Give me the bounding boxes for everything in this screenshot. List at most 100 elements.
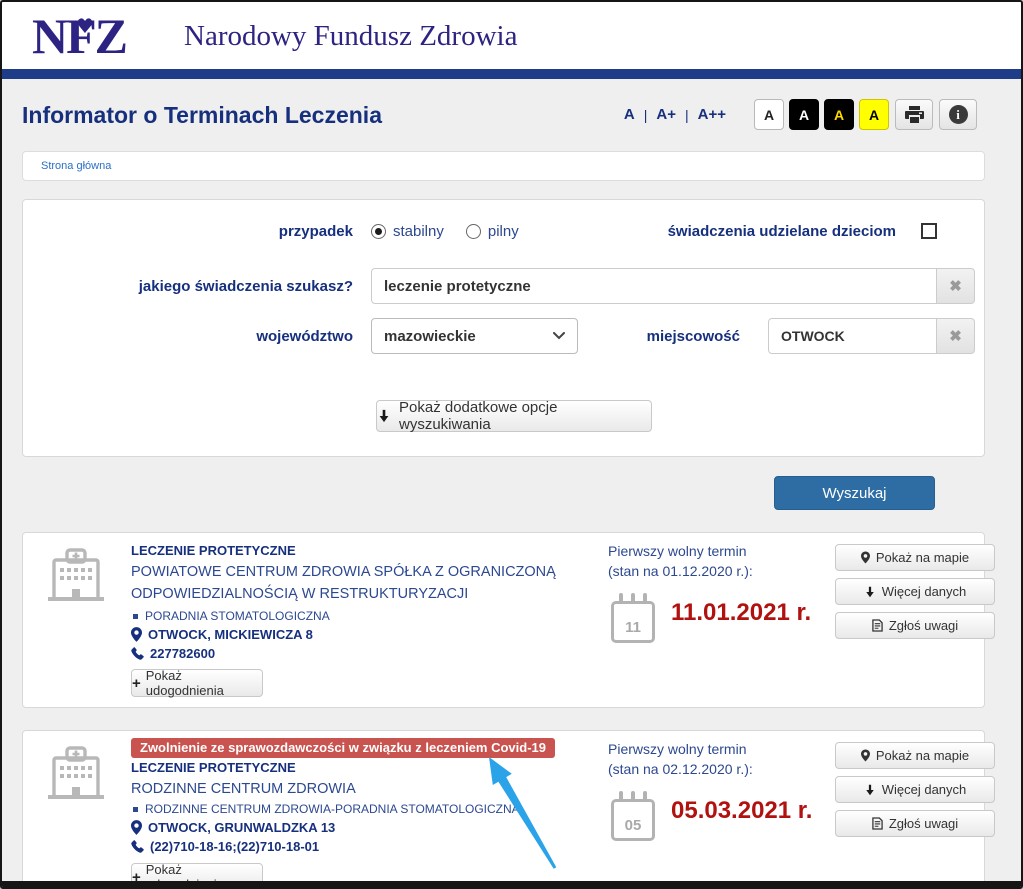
city-input[interactable]: [768, 318, 937, 354]
breadcrumb: Strona główna: [22, 151, 985, 181]
window-bottom-edge: [2, 881, 1021, 888]
result-card: LECZENIE PROTETYCZNE POWIATOWE CENTRUM Z…: [22, 532, 985, 708]
nfz-logo[interactable]: NFZ ♥ Narodowy Fundusz Zdrowia: [32, 8, 517, 64]
first-free-term: Pierwszy wolny termin (stan na 02.12.202…: [608, 739, 753, 779]
button-label: Więcej danych: [882, 782, 967, 797]
voivodeship-label: województwo: [23, 328, 353, 345]
font-size-largest-button[interactable]: A++: [689, 106, 735, 123]
children-services-label: świadczenia udzielane dzieciom: [668, 223, 896, 240]
show-on-map-button[interactable]: Pokaż na mapie: [835, 544, 995, 571]
result-details: Zwolnienie ze sprawozdawczości w związku…: [131, 738, 611, 858]
address-row: OTWOCK, MICKIEWICZA 8: [131, 627, 611, 642]
address-row: OTWOCK, GRUNWALDZKA 13: [131, 820, 611, 835]
arrow-down-icon: [377, 409, 391, 423]
more-search-options-button[interactable]: Pokaż dodatkowe opcje wyszukiwania: [376, 400, 652, 432]
result-actions: Pokaż na mapie Więcej danych Zgłoś uwagi: [835, 544, 995, 639]
heart-icon: ♥: [76, 14, 94, 38]
show-on-map-button[interactable]: Pokaż na mapie: [835, 742, 995, 769]
button-label: Wyszukaj: [822, 485, 886, 502]
button-label: Pokaż na mapie: [876, 748, 969, 763]
phone-icon: [131, 840, 144, 853]
more-data-button[interactable]: Więcej danych: [835, 578, 995, 605]
document-icon: [872, 619, 883, 632]
phone-text: (22)710-18-16;(22)710-18-01: [150, 839, 319, 854]
button-label: Więcej danych: [882, 584, 967, 599]
hospital-icon: [45, 745, 107, 803]
printer-icon: [905, 106, 924, 123]
city-clear-button[interactable]: ✖: [937, 318, 975, 354]
bullet-square-icon: [133, 807, 138, 812]
service-name: LECZENIE PROTETYCZNE: [131, 543, 611, 558]
contrast-yellow-black-button[interactable]: A: [859, 99, 889, 130]
report-issue-button[interactable]: Zgłoś uwagi: [835, 810, 995, 837]
search-button[interactable]: Wyszukaj: [774, 476, 935, 510]
accessibility-toolbar: A | A+ | A++ A A A A i: [615, 98, 977, 131]
unit-name: PORADNIA STOMATOLOGICZNA: [145, 609, 330, 623]
breadcrumb-home-link[interactable]: Strona główna: [41, 160, 111, 172]
calendar-day: 11: [625, 619, 641, 640]
result-actions: Pokaż na mapie Więcej danych Zgłoś uwagi: [835, 742, 995, 837]
city-label: miejscowość: [463, 328, 740, 345]
result-card: Zwolnienie ze sprawozdawczości w związku…: [22, 730, 985, 889]
service-clear-button[interactable]: ✖: [937, 268, 975, 304]
font-size-normal-button[interactable]: A: [615, 106, 644, 123]
button-label: Zgłoś uwagi: [889, 816, 958, 831]
voivodeship-selected-value: mazowieckie: [384, 328, 476, 345]
plus-icon: +: [132, 675, 141, 692]
radio-stabilny-label[interactable]: stabilny: [393, 223, 444, 240]
site-header: NFZ ♥ Narodowy Fundusz Zdrowia: [2, 2, 1021, 69]
contrast-group: A A A A: [749, 99, 889, 130]
hospital-icon: [45, 547, 107, 605]
phone-icon: [131, 647, 144, 660]
provider-name: RODZINNE CENTRUM ZDROWIA: [131, 778, 611, 800]
info-icon: i: [949, 105, 968, 124]
radio-pilny[interactable]: [466, 224, 481, 239]
page-frame: NFZ ♥ Narodowy Fundusz Zdrowia Informato…: [0, 0, 1023, 889]
contrast-black-yellow-button[interactable]: A: [824, 99, 854, 130]
map-pin-icon: [131, 627, 142, 642]
phone-row: 227782600: [131, 646, 611, 661]
button-label: Pokaż udogodnienia: [146, 668, 262, 698]
children-services-checkbox[interactable]: [921, 223, 937, 239]
unit-name: RODZINNE CENTRUM ZDROWIA-PORADNIA STOMAT…: [145, 802, 520, 816]
result-details: LECZENIE PROTETYCZNE POWIATOWE CENTRUM Z…: [131, 543, 611, 665]
case-label: przypadek: [23, 223, 353, 240]
radio-pilny-label[interactable]: pilny: [488, 223, 519, 240]
service-search-input[interactable]: [371, 268, 937, 304]
term-status: (stan na 01.12.2020 r.):: [608, 561, 753, 581]
calendar-icon: 05: [611, 791, 655, 841]
brand-name: Narodowy Fundusz Zdrowia: [184, 20, 517, 53]
info-button[interactable]: i: [939, 99, 977, 130]
bullet-square-icon: [133, 614, 138, 619]
button-label: Zgłoś uwagi: [889, 618, 958, 633]
calendar-icon: 11: [611, 593, 655, 643]
document-icon: [872, 817, 883, 830]
term-title: Pierwszy wolny termin: [608, 739, 753, 759]
address-text: OTWOCK, MICKIEWICZA 8: [148, 627, 313, 642]
show-amenities-button[interactable]: + Pokaż udogodnienia: [131, 669, 263, 697]
report-issue-button[interactable]: Zgłoś uwagi: [835, 612, 995, 639]
map-pin-icon: [131, 820, 142, 835]
button-label: Pokaż dodatkowe opcje wyszukiwania: [399, 399, 651, 433]
provider-name: POWIATOWE CENTRUM ZDROWIA SPÓŁKA Z OGRAN…: [131, 561, 611, 605]
font-size-larger-button[interactable]: A+: [647, 106, 685, 123]
phone-text: 227782600: [150, 646, 215, 661]
term-status: (stan na 02.12.2020 r.):: [608, 759, 753, 779]
service-search-label: jakiego świadczenia szukasz?: [23, 278, 353, 295]
map-pin-icon: [861, 749, 870, 762]
radio-stabilny[interactable]: [371, 224, 386, 239]
print-button[interactable]: [895, 99, 933, 130]
more-data-button[interactable]: Więcej danych: [835, 776, 995, 803]
clear-x-icon: ✖: [949, 327, 962, 345]
contrast-default-button[interactable]: A: [754, 99, 784, 130]
unit-row: RODZINNE CENTRUM ZDROWIA-PORADNIA STOMAT…: [131, 802, 611, 816]
calendar-day: 05: [625, 817, 642, 838]
button-label: Pokaż na mapie: [876, 550, 969, 565]
arrow-down-icon: [864, 784, 876, 796]
contrast-black-white-button[interactable]: A: [789, 99, 819, 130]
first-free-term: Pierwszy wolny termin (stan na 01.12.202…: [608, 541, 753, 581]
first-free-date: 05.03.2021 r.: [671, 797, 812, 825]
search-form: przypadek stabilny pilny świadczenia udz…: [22, 199, 985, 457]
term-title: Pierwszy wolny termin: [608, 541, 753, 561]
service-name: LECZENIE PROTETYCZNE: [131, 760, 611, 775]
